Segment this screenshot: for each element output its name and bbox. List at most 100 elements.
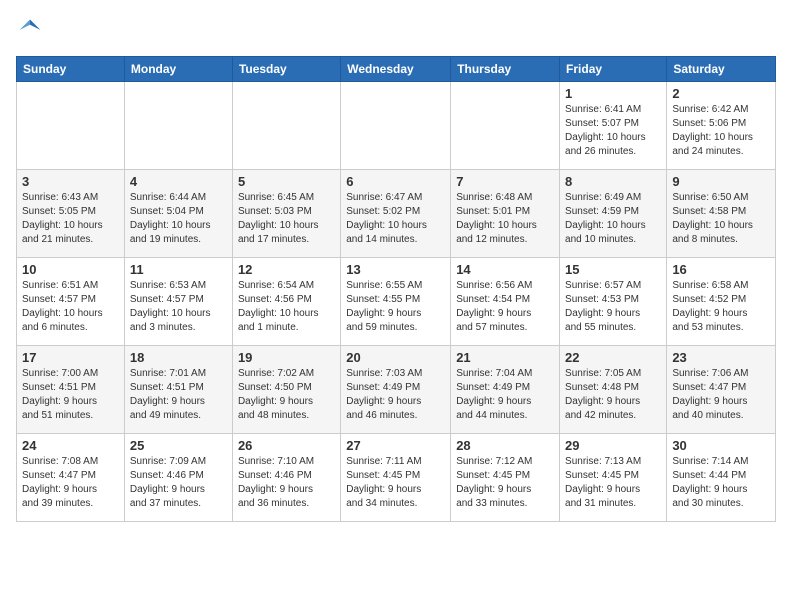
calendar-cell: 2 Sunrise: 6:42 AM Sunset: 5:06 PM Daylig…: [667, 82, 776, 170]
day-info: Sunrise: 6:54 AM Sunset: 4:56 PM Dayligh…: [238, 279, 335, 335]
day-info: Sunrise: 7:03 AM Sunset: 4:49 PM Dayligh…: [346, 367, 445, 423]
calendar-week-row: 3 Sunrise: 6:43 AM Sunset: 5:05 PM Daylig…: [17, 170, 776, 258]
day-number: 21: [456, 350, 554, 365]
weekday-header: Monday: [124, 57, 232, 82]
day-info: Sunrise: 6:57 AM Sunset: 4:53 PM Dayligh…: [565, 279, 661, 335]
day-info: Sunrise: 6:43 AM Sunset: 5:05 PM Dayligh…: [22, 191, 119, 247]
day-number: 11: [130, 262, 227, 277]
calendar-cell: 9 Sunrise: 6:50 AM Sunset: 4:58 PM Daylig…: [667, 170, 776, 258]
day-number: 18: [130, 350, 227, 365]
calendar-cell: 24 Sunrise: 7:08 AM Sunset: 4:47 PM Dayli…: [17, 434, 125, 522]
day-number: 29: [565, 438, 661, 453]
calendar-cell: [341, 82, 451, 170]
day-info: Sunrise: 6:45 AM Sunset: 5:03 PM Dayligh…: [238, 191, 335, 247]
calendar-cell: 27 Sunrise: 7:11 AM Sunset: 4:45 PM Dayli…: [341, 434, 451, 522]
day-number: 9: [672, 174, 770, 189]
calendar-cell: 22Sunrise: 7:05 AM Sunset: 4:48 PM Dayli…: [560, 346, 667, 434]
calendar-cell: 29 Sunrise: 7:13 AM Sunset: 4:45 PM Dayli…: [560, 434, 667, 522]
day-number: 5: [238, 174, 335, 189]
day-info: Sunrise: 6:50 AM Sunset: 4:58 PM Dayligh…: [672, 191, 770, 247]
day-number: 8: [565, 174, 661, 189]
calendar-cell: 15Sunrise: 6:57 AM Sunset: 4:53 PM Dayli…: [560, 258, 667, 346]
day-number: 2: [672, 86, 770, 101]
calendar-cell: 4 Sunrise: 6:44 AM Sunset: 5:04 PM Daylig…: [124, 170, 232, 258]
day-info: Sunrise: 6:58 AM Sunset: 4:52 PM Dayligh…: [672, 279, 770, 335]
calendar-cell: 1 Sunrise: 6:41 AM Sunset: 5:07 PM Daylig…: [560, 82, 667, 170]
calendar-cell: [451, 82, 560, 170]
calendar-cell: 8Sunrise: 6:49 AM Sunset: 4:59 PM Daylig…: [560, 170, 667, 258]
day-info: Sunrise: 7:13 AM Sunset: 4:45 PM Dayligh…: [565, 455, 661, 511]
day-info: Sunrise: 6:42 AM Sunset: 5:06 PM Dayligh…: [672, 103, 770, 159]
day-info: Sunrise: 6:55 AM Sunset: 4:55 PM Dayligh…: [346, 279, 445, 335]
calendar-cell: 18 Sunrise: 7:01 AM Sunset: 4:51 PM Dayli…: [124, 346, 232, 434]
header: [16, 16, 776, 44]
calendar-cell: 5 Sunrise: 6:45 AM Sunset: 5:03 PM Daylig…: [232, 170, 340, 258]
weekday-header: Thursday: [451, 57, 560, 82]
day-info: Sunrise: 7:00 AM Sunset: 4:51 PM Dayligh…: [22, 367, 119, 423]
calendar-week-row: 1 Sunrise: 6:41 AM Sunset: 5:07 PM Daylig…: [17, 82, 776, 170]
day-number: 27: [346, 438, 445, 453]
day-info: Sunrise: 6:56 AM Sunset: 4:54 PM Dayligh…: [456, 279, 554, 335]
logo-icon: [16, 16, 44, 44]
day-number: 3: [22, 174, 119, 189]
calendar-cell: 26 Sunrise: 7:10 AM Sunset: 4:46 PM Dayli…: [232, 434, 340, 522]
day-number: 7: [456, 174, 554, 189]
calendar-cell: 28 Sunrise: 7:12 AM Sunset: 4:45 PM Dayli…: [451, 434, 560, 522]
day-info: Sunrise: 6:53 AM Sunset: 4:57 PM Dayligh…: [130, 279, 227, 335]
day-number: 17: [22, 350, 119, 365]
day-number: 13: [346, 262, 445, 277]
weekday-header: Wednesday: [341, 57, 451, 82]
day-number: 28: [456, 438, 554, 453]
calendar-cell: 20Sunrise: 7:03 AM Sunset: 4:49 PM Dayli…: [341, 346, 451, 434]
calendar-cell: [232, 82, 340, 170]
calendar-cell: 19Sunrise: 7:02 AM Sunset: 4:50 PM Dayli…: [232, 346, 340, 434]
day-number: 6: [346, 174, 445, 189]
weekday-header: Tuesday: [232, 57, 340, 82]
day-info: Sunrise: 7:06 AM Sunset: 4:47 PM Dayligh…: [672, 367, 770, 423]
weekday-header: Friday: [560, 57, 667, 82]
day-number: 25: [130, 438, 227, 453]
day-info: Sunrise: 7:14 AM Sunset: 4:44 PM Dayligh…: [672, 455, 770, 511]
calendar-week-row: 17 Sunrise: 7:00 AM Sunset: 4:51 PM Dayli…: [17, 346, 776, 434]
calendar-cell: 3 Sunrise: 6:43 AM Sunset: 5:05 PM Daylig…: [17, 170, 125, 258]
day-info: Sunrise: 7:11 AM Sunset: 4:45 PM Dayligh…: [346, 455, 445, 511]
calendar-cell: 11 Sunrise: 6:53 AM Sunset: 4:57 PM Dayli…: [124, 258, 232, 346]
day-info: Sunrise: 7:10 AM Sunset: 4:46 PM Dayligh…: [238, 455, 335, 511]
day-number: 10: [22, 262, 119, 277]
day-info: Sunrise: 6:44 AM Sunset: 5:04 PM Dayligh…: [130, 191, 227, 247]
page: SundayMondayTuesdayWednesdayThursdayFrid…: [0, 0, 792, 538]
day-info: Sunrise: 7:12 AM Sunset: 4:45 PM Dayligh…: [456, 455, 554, 511]
calendar-cell: 16Sunrise: 6:58 AM Sunset: 4:52 PM Dayli…: [667, 258, 776, 346]
day-info: Sunrise: 7:08 AM Sunset: 4:47 PM Dayligh…: [22, 455, 119, 511]
calendar: SundayMondayTuesdayWednesdayThursdayFrid…: [16, 56, 776, 522]
calendar-cell: 7 Sunrise: 6:48 AM Sunset: 5:01 PM Daylig…: [451, 170, 560, 258]
weekday-header: Sunday: [17, 57, 125, 82]
calendar-cell: 10 Sunrise: 6:51 AM Sunset: 4:57 PM Dayli…: [17, 258, 125, 346]
day-info: Sunrise: 6:47 AM Sunset: 5:02 PM Dayligh…: [346, 191, 445, 247]
day-number: 23: [672, 350, 770, 365]
day-number: 4: [130, 174, 227, 189]
day-info: Sunrise: 6:48 AM Sunset: 5:01 PM Dayligh…: [456, 191, 554, 247]
day-number: 12: [238, 262, 335, 277]
day-number: 26: [238, 438, 335, 453]
day-number: 1: [565, 86, 661, 101]
calendar-cell: [124, 82, 232, 170]
day-info: Sunrise: 6:51 AM Sunset: 4:57 PM Dayligh…: [22, 279, 119, 335]
calendar-cell: 12 Sunrise: 6:54 AM Sunset: 4:56 PM Dayli…: [232, 258, 340, 346]
calendar-cell: 30Sunrise: 7:14 AM Sunset: 4:44 PM Dayli…: [667, 434, 776, 522]
calendar-cell: 23 Sunrise: 7:06 AM Sunset: 4:47 PM Dayli…: [667, 346, 776, 434]
day-info: Sunrise: 7:02 AM Sunset: 4:50 PM Dayligh…: [238, 367, 335, 423]
calendar-cell: 6 Sunrise: 6:47 AM Sunset: 5:02 PM Daylig…: [341, 170, 451, 258]
logo: [16, 16, 48, 44]
calendar-header-row: SundayMondayTuesdayWednesdayThursdayFrid…: [17, 57, 776, 82]
calendar-cell: [17, 82, 125, 170]
day-info: Sunrise: 6:41 AM Sunset: 5:07 PM Dayligh…: [565, 103, 661, 159]
day-info: Sunrise: 7:01 AM Sunset: 4:51 PM Dayligh…: [130, 367, 227, 423]
day-number: 24: [22, 438, 119, 453]
calendar-week-row: 24 Sunrise: 7:08 AM Sunset: 4:47 PM Dayli…: [17, 434, 776, 522]
day-info: Sunrise: 7:09 AM Sunset: 4:46 PM Dayligh…: [130, 455, 227, 511]
calendar-cell: 17 Sunrise: 7:00 AM Sunset: 4:51 PM Dayli…: [17, 346, 125, 434]
day-info: Sunrise: 7:04 AM Sunset: 4:49 PM Dayligh…: [456, 367, 554, 423]
day-info: Sunrise: 7:05 AM Sunset: 4:48 PM Dayligh…: [565, 367, 661, 423]
calendar-cell: 13 Sunrise: 6:55 AM Sunset: 4:55 PM Dayli…: [341, 258, 451, 346]
